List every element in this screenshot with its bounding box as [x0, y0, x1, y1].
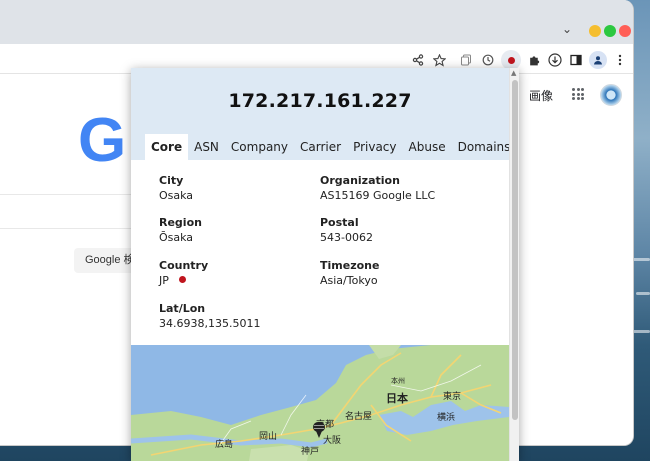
map-label: 神戸 [301, 447, 320, 457]
field-organization: Organization AS15169 Google LLC [320, 174, 435, 204]
wave-highlight [632, 330, 650, 333]
field-value: Asia/Tokyo [320, 274, 378, 287]
field-country: Country JP [159, 259, 208, 289]
tab-strip: ⌄ [0, 0, 633, 44]
field-label: Region [159, 216, 202, 229]
scroll-up-arrow-icon[interactable]: ▲ [511, 69, 516, 77]
field-postal: Postal 543-0062 [320, 216, 373, 246]
tab-domains[interactable]: Domains [452, 134, 517, 160]
copy-icon[interactable] [458, 52, 474, 68]
star-icon[interactable] [431, 52, 447, 68]
ip-info-popup: 172.217.161.227 Core ASN Company Carrier… [131, 68, 519, 461]
map-label: 名古屋 [345, 412, 373, 422]
account-avatar[interactable] [600, 84, 622, 106]
extensions-icon[interactable] [526, 52, 542, 68]
field-label: Lat/Lon [159, 302, 206, 315]
map-label: 本州 [391, 377, 405, 385]
tab-company[interactable]: Company [225, 134, 294, 160]
field-label: Country [159, 259, 209, 272]
google-search-button[interactable]: Google 検索 [74, 248, 138, 273]
tab-carrier[interactable]: Carrier [294, 134, 347, 160]
country-code: JP [159, 274, 169, 287]
map-label: 広島 [215, 440, 234, 450]
location-map[interactable]: 日本 本州 東京 横浜 名古屋 京都 大阪 神戸 岡山 広島 [131, 345, 509, 461]
record-icon[interactable] [501, 50, 521, 70]
popup-scrollbar[interactable]: ▲ [509, 68, 519, 461]
tab-abuse[interactable]: Abuse [403, 134, 452, 160]
field-region: Region Ōsaka [159, 216, 202, 246]
field-city: City Osaka [159, 174, 193, 204]
share-icon[interactable] [410, 52, 426, 68]
field-value: AS15169 Google LLC [320, 189, 436, 202]
minimize-window-button[interactable] [589, 25, 601, 37]
menu-icon[interactable] [612, 52, 628, 68]
profile-icon[interactable] [589, 51, 607, 69]
map-label: 横浜 [437, 413, 456, 423]
map-land [131, 345, 509, 461]
download-icon[interactable] [547, 52, 563, 68]
japan-flag-icon [178, 276, 186, 283]
record-dot [507, 56, 515, 64]
close-window-button[interactable] [619, 25, 631, 37]
field-value: JP [159, 273, 208, 289]
images-link[interactable]: 画像 [529, 87, 553, 104]
tab-privacy[interactable]: Privacy [347, 134, 402, 160]
wave-highlight [636, 292, 650, 295]
tab-search-chevron-icon[interactable]: ⌄ [560, 22, 574, 36]
field-value: 543-0062 [320, 231, 373, 244]
apps-grid-icon[interactable] [572, 88, 584, 100]
field-timezone: Timezone Asia/Tokyo [320, 259, 379, 289]
sidepanel-icon[interactable] [568, 52, 584, 68]
map-label: 東京 [443, 392, 462, 402]
map-label: 岡山 [259, 432, 278, 442]
ip-address: 172.217.161.227 [228, 90, 412, 112]
google-logo: G [78, 106, 127, 175]
map-label: 日本 [386, 392, 408, 405]
field-value: Osaka [159, 189, 194, 202]
scroll-thumb[interactable] [512, 80, 518, 420]
divider [0, 194, 132, 195]
field-label: Postal [320, 216, 359, 229]
field-value: 34.6938,135.5011 [159, 317, 261, 330]
tab-core[interactable]: Core [145, 134, 189, 160]
divider [0, 228, 132, 229]
tab-asn[interactable]: ASN [188, 134, 225, 160]
field-label: Timezone [320, 259, 380, 272]
field-latlon: Lat/Lon 34.6938,135.5011 [159, 302, 260, 332]
popup-tabs: Core ASN Company Carrier Privacy Abuse D… [145, 134, 516, 160]
field-label: City [159, 174, 184, 187]
popup-header: 172.217.161.227 Core ASN Company Carrier… [131, 68, 510, 160]
maximize-window-button[interactable] [604, 25, 616, 37]
field-label: Organization [320, 174, 400, 187]
map-pin-icon [313, 422, 325, 438]
history-icon[interactable] [480, 52, 496, 68]
field-value: Ōsaka [159, 231, 194, 244]
